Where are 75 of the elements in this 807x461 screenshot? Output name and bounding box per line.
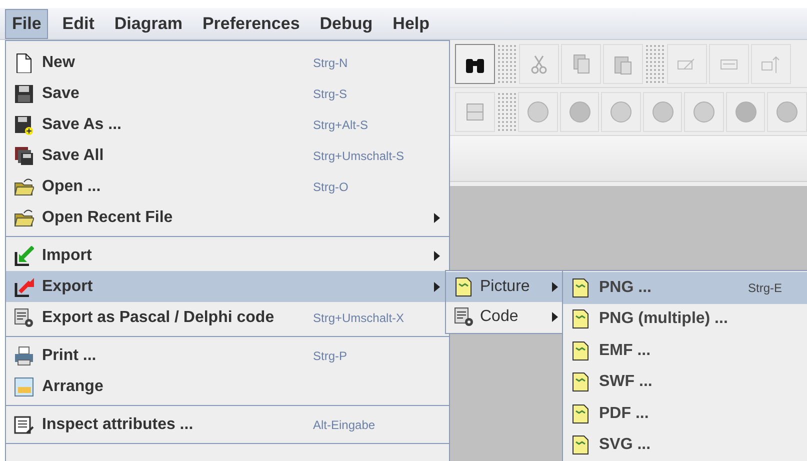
circle-button[interactable] bbox=[767, 92, 807, 132]
menu-item[interactable]: Print ... Strg-P bbox=[6, 340, 449, 371]
menu-bar-item[interactable]: File bbox=[5, 8, 48, 38]
binoculars-button[interactable] bbox=[455, 44, 495, 84]
menu-item[interactable]: SVG ... bbox=[563, 430, 807, 461]
picture-file-icon bbox=[571, 372, 591, 392]
block-button[interactable] bbox=[455, 92, 495, 132]
menu-bar-item[interactable]: Diagram bbox=[108, 8, 188, 38]
toolbar-grip bbox=[497, 44, 517, 84]
circle-icon bbox=[568, 100, 591, 122]
menu-item[interactable]: Import bbox=[6, 240, 449, 271]
submenu-arrow-icon bbox=[552, 312, 558, 322]
picture-file-icon bbox=[571, 404, 591, 424]
circle-button[interactable] bbox=[560, 92, 600, 132]
copy-button[interactable] bbox=[561, 44, 601, 84]
circle-icon bbox=[527, 100, 550, 122]
block-button[interactable] bbox=[667, 44, 707, 84]
menu-item[interactable]: PDF ... bbox=[563, 398, 807, 430]
cut-button[interactable] bbox=[519, 44, 559, 84]
submenu-arrow-icon bbox=[434, 250, 440, 260]
folder-icon bbox=[14, 208, 34, 228]
circle-icon bbox=[693, 100, 716, 122]
menu-item[interactable]: Arrange bbox=[6, 371, 449, 402]
picture-file-icon bbox=[571, 309, 591, 330]
printer-icon bbox=[14, 346, 34, 366]
block-icon bbox=[464, 100, 486, 122]
document-icon bbox=[14, 52, 34, 72]
menu-bar-item[interactable]: Debug bbox=[314, 8, 379, 38]
block-button[interactable] bbox=[709, 44, 749, 84]
menu-item[interactable]: Picture bbox=[446, 272, 562, 302]
circle-icon bbox=[776, 100, 798, 122]
picture-file-icon bbox=[571, 340, 591, 361]
circle-button[interactable] bbox=[642, 92, 682, 132]
circle-button[interactable] bbox=[684, 92, 724, 132]
circle-icon bbox=[652, 100, 674, 122]
export-arrow-icon bbox=[14, 276, 34, 296]
menu-item[interactable]: SWF ... bbox=[563, 366, 807, 398]
code-gear-icon bbox=[14, 308, 34, 328]
circle-button[interactable] bbox=[518, 92, 558, 132]
menu-bar-item[interactable]: Edit bbox=[56, 8, 100, 38]
menu-item[interactable]: EMF ... bbox=[563, 335, 807, 366]
menu-item[interactable]: Export as Pascal / Delphi code Strg+Umschalt-X bbox=[6, 302, 449, 333]
menu-item[interactable]: Open Recent File bbox=[6, 202, 449, 233]
menu-item[interactable]: PNG ... Strg-E bbox=[563, 272, 807, 304]
menu-bar-item[interactable]: Preferences bbox=[196, 8, 306, 38]
submenu-arrow-icon bbox=[552, 282, 558, 292]
menu-item[interactable]: Code bbox=[446, 302, 562, 332]
block-button[interactable] bbox=[751, 44, 791, 84]
submenu-arrow-icon bbox=[434, 282, 440, 292]
floppy-disk-plus-icon bbox=[14, 114, 34, 134]
circle-button[interactable] bbox=[601, 92, 641, 132]
picture-file-icon bbox=[571, 278, 591, 298]
circle-icon bbox=[610, 100, 632, 122]
picture-file-icon bbox=[571, 435, 591, 456]
circle-button[interactable] bbox=[726, 92, 766, 132]
menu-bar-item[interactable]: Help bbox=[386, 8, 436, 38]
toolbar-grip bbox=[645, 44, 665, 84]
picture-file-icon bbox=[454, 277, 474, 297]
stacked-disks-icon bbox=[14, 146, 34, 166]
import-arrow-icon bbox=[14, 246, 34, 266]
menu-item[interactable]: Inspect attributes ... Alt-Eingabe bbox=[6, 409, 449, 440]
menu-item[interactable]: Open ... Strg-O bbox=[6, 171, 449, 202]
menu-item[interactable]: Save Strg-S bbox=[6, 78, 449, 109]
toolbar-grip bbox=[496, 92, 516, 132]
menu-item[interactable]: Save As ... Strg+Alt-S bbox=[6, 109, 449, 140]
menu-item[interactable]: New Strg-N bbox=[6, 47, 449, 78]
list-pencil-icon bbox=[14, 414, 34, 434]
submenu-arrow-icon bbox=[434, 212, 440, 222]
folder-icon bbox=[14, 176, 34, 196]
menu-item[interactable]: PNG (multiple) ... bbox=[563, 304, 807, 335]
menu-item[interactable]: Save All Strg+Umschalt-S bbox=[6, 140, 449, 171]
code-gear-icon bbox=[454, 307, 474, 327]
paste-button[interactable] bbox=[603, 44, 643, 84]
image-frame-icon bbox=[14, 376, 34, 396]
circle-icon bbox=[734, 100, 757, 122]
